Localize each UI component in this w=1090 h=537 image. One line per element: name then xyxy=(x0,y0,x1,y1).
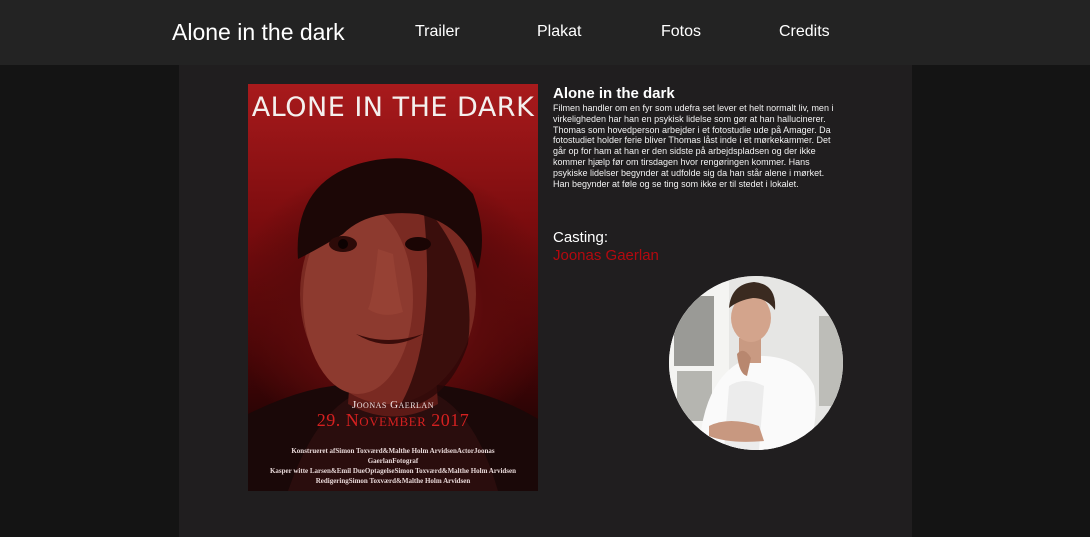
nav-link-fotos[interactable]: Fotos xyxy=(661,23,701,41)
nav-link-credits[interactable]: Credits xyxy=(779,23,830,41)
cast-member-link[interactable]: Joonas Gaerlan xyxy=(553,247,659,264)
actor-photo xyxy=(669,276,843,450)
movie-poster: ALONE IN THE DARK Joonas Gaerlan 29. Nov… xyxy=(248,84,538,491)
actor-photo-image xyxy=(669,276,843,450)
movie-title: Alone in the dark xyxy=(553,85,675,102)
poster-credits-line: RedigeringSimon Toxværd&Malthe Holm Arvi… xyxy=(315,477,471,485)
nav-link-plakat[interactable]: Plakat xyxy=(537,23,581,41)
site-title[interactable]: Alone in the dark xyxy=(172,19,345,46)
poster-release-date: 29. November 2017 xyxy=(316,410,470,430)
top-navigation-bar: Alone in the dark Trailer Plakat Fotos C… xyxy=(0,0,1090,65)
poster-credits-line: Konstrueret afSimon Toxværd&Malthe Holm … xyxy=(291,447,495,465)
nav-link-trailer[interactable]: Trailer xyxy=(415,23,460,41)
poster-credits: Konstrueret afSimon Toxværd&Malthe Holm … xyxy=(268,446,518,486)
poster-title: ALONE IN THE DARK xyxy=(251,92,535,123)
movie-description: Filmen handler om en fyr som udefra set … xyxy=(553,103,834,189)
poster-credits-line: Kasper witte Larsen&Emil DueOptagelseSim… xyxy=(269,467,517,475)
casting-label: Casting: xyxy=(553,229,609,246)
